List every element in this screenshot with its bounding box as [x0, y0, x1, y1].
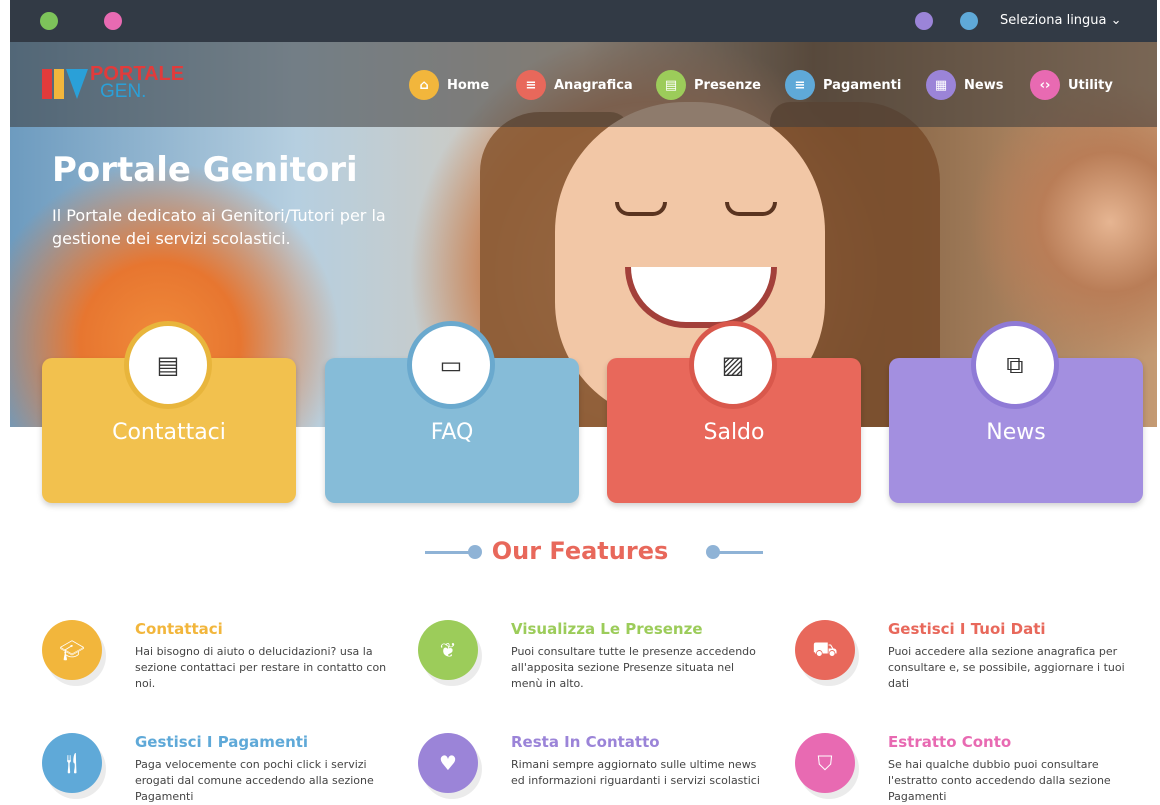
document-icon: ▤ [124, 321, 212, 409]
nav-label: Home [447, 77, 490, 93]
hero-photo-eye [615, 202, 667, 216]
card-label: Saldo [703, 420, 765, 445]
divider-line [718, 551, 763, 554]
heart-icon: ♥ [418, 733, 478, 793]
globe-icon[interactable] [960, 12, 978, 30]
nav-news[interactable]: ▦ News [926, 70, 1003, 100]
image-icon: ▨ [689, 321, 777, 409]
home-icon: ⌂ [409, 70, 439, 100]
calendar-icon: ▭ [407, 321, 495, 409]
list-icon: ≡ [785, 70, 815, 100]
hero-subtitle: Il Portale dedicato ai Genitori/Tutori p… [52, 206, 386, 248]
clock-icon[interactable] [104, 12, 122, 30]
leaf-icon: ❦ [418, 620, 478, 680]
nav-utility[interactable]: ‹› Utility [1030, 70, 1113, 100]
nav-label: Presenze [694, 77, 761, 93]
card-news[interactable]: ⧉ News [889, 321, 1143, 503]
nav-anagrafica[interactable]: ≡ Anagrafica [516, 70, 633, 100]
logo-mark [42, 69, 88, 99]
calendar-icon: ▦ [926, 70, 956, 100]
code-icon: ‹› [1030, 70, 1060, 100]
language-label[interactable]: Seleziona lingua [1000, 13, 1107, 28]
top-bar [10, 0, 1157, 42]
feature-title[interactable]: Gestisci I Tuoi Dati [888, 620, 1046, 638]
feature-text: Hai bisogno di aiuto o delucidazioni? us… [135, 645, 387, 690]
feature-title[interactable]: Estratto Conto [888, 733, 1011, 751]
logo[interactable]: PORTALE GEN. [42, 63, 202, 105]
copy-icon: ⧉ [971, 321, 1059, 409]
card-faq[interactable]: ▭ FAQ [325, 321, 579, 503]
hero-title: Portale Genitori [52, 150, 358, 190]
feature-title[interactable]: Visualizza Le Presenze [511, 620, 703, 638]
nav-presenze[interactable]: ▤ Presenze [656, 70, 761, 100]
feature-text: Puoi accedere alla sezione anagrafica pe… [888, 645, 1125, 690]
document-icon: ▤ [656, 70, 686, 100]
nav-label: Utility [1068, 77, 1113, 93]
nav-pagamenti[interactable]: ≡ Pagamenti [785, 70, 901, 100]
card-label: Contattaci [112, 420, 226, 445]
nav-home[interactable]: ⌂ Home [409, 70, 489, 100]
card-saldo[interactable]: ▨ Saldo [607, 321, 861, 503]
logo-text-line2: GEN. [100, 81, 147, 102]
feature-title[interactable]: Resta In Contatto [511, 733, 660, 751]
card-contattaci[interactable]: ▤ Contattaci [42, 321, 296, 503]
shield-icon: ⛉ [795, 733, 855, 793]
nav-label: News [964, 77, 1004, 93]
card-label: News [986, 420, 1046, 445]
power-icon[interactable] [915, 12, 933, 30]
nav-label: Anagrafica [554, 77, 633, 93]
nav-label: Pagamenti [823, 77, 902, 93]
language-selector[interactable]: Seleziona lingua ⌄ [1000, 13, 1122, 28]
feature-title[interactable]: Gestisci I Pagamenti [135, 733, 308, 751]
cutlery-icon: 🍴︎ [42, 733, 102, 793]
card-label: FAQ [430, 420, 474, 445]
list-icon: ≡ [516, 70, 546, 100]
car-icon: ⛟ [795, 620, 855, 680]
feature-text: Rimani sempre aggiornato sulle ultime ne… [511, 758, 760, 787]
graduation-cap-icon: 🎓︎ [42, 620, 102, 680]
hero-photo-eye [725, 202, 777, 216]
phone-icon[interactable] [40, 12, 58, 30]
feature-text: Puoi consultare tutte le presenze accede… [511, 645, 756, 690]
features-title: Our Features [491, 537, 669, 565]
feature-title[interactable]: Contattaci [135, 620, 223, 638]
chevron-down-icon: ⌄ [1110, 13, 1122, 28]
